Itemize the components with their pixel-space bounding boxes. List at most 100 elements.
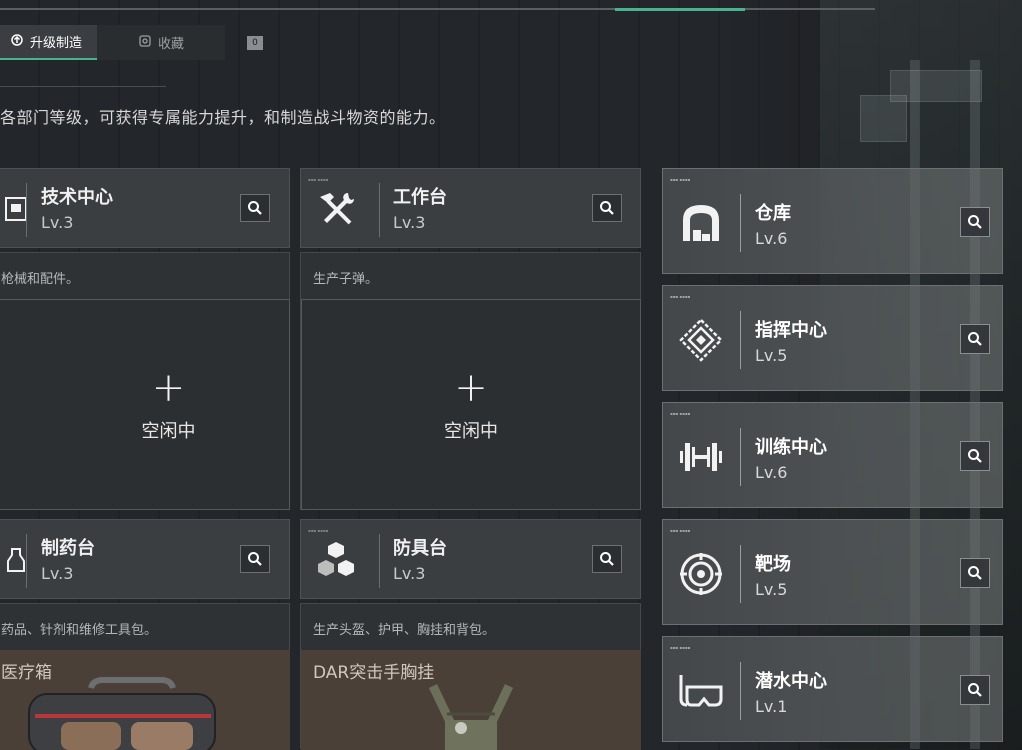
card-separator — [740, 194, 741, 252]
facility-description: 药品、针剂和维修工具包。 — [1, 623, 158, 638]
facility-name: 仓库 — [755, 203, 791, 224]
card-tag-text: ▪▪▪ ▪▪▪▪ — [670, 177, 691, 182]
facility-card-armor[interactable]: ▪▪▪ ▪▪▪▪ 防具台 Lv.3 — [300, 519, 641, 599]
search-icon — [600, 552, 614, 566]
key-hint-badge: 0 — [247, 35, 263, 50]
page-description: 各部门等级，可获得专属能力提升，和制造战斗物资的能力。 — [0, 108, 446, 127]
inspect-button[interactable] — [592, 545, 622, 573]
upgrade-icon — [10, 33, 24, 51]
card-separator — [740, 545, 741, 603]
chest-rig-image — [428, 684, 514, 750]
facility-level: Lv.6 — [755, 463, 788, 482]
add-icon: + — [151, 365, 186, 411]
search-icon — [248, 201, 262, 215]
facility-name: 工作台 — [393, 187, 447, 208]
facility-level: Lv.1 — [755, 697, 788, 716]
facility-description: 生产子弹。 — [313, 272, 379, 287]
craft-slot-empty[interactable]: + 空闲中 — [301, 299, 641, 510]
inspect-button[interactable] — [592, 194, 622, 222]
facility-panel-armor: 生产头盔、护甲、胸挂和背包。 DAR突击手胸挂 — [300, 603, 641, 750]
facility-card-training-center[interactable]: ▪▪▪ ▪▪▪▪ 训练中心 Lv.6 — [662, 402, 1003, 508]
tab-upgrade-craft-label: 升级制造 — [30, 36, 83, 51]
facility-card-pharmacy[interactable]: 制药台 Lv.3 — [0, 519, 290, 599]
facility-level: Lv.3 — [41, 564, 74, 583]
card-tag-text: ▪▪▪ ▪▪▪▪ — [670, 411, 691, 416]
favorites-icon — [138, 34, 152, 52]
card-separator — [379, 534, 380, 588]
facility-level: Lv.3 — [393, 564, 426, 583]
add-icon: + — [454, 365, 488, 411]
facility-name: 技术中心 — [41, 187, 113, 208]
inspect-button[interactable] — [960, 441, 990, 471]
search-icon — [968, 449, 982, 463]
card-separator — [740, 311, 741, 369]
facility-level: Lv.5 — [755, 580, 788, 599]
tab-upgrade-craft[interactable]: 升级制造 — [0, 25, 97, 60]
inspect-button[interactable] — [960, 207, 990, 237]
tab-underline — [0, 86, 166, 87]
inspect-button[interactable] — [960, 324, 990, 354]
inspect-button[interactable] — [960, 558, 990, 588]
facility-level: Lv.5 — [755, 346, 788, 365]
slot-status: 空闲中 — [444, 421, 498, 442]
medical-case-image — [28, 677, 216, 750]
card-separator — [740, 662, 741, 720]
preview-item-name: DAR突击手胸挂 — [313, 663, 435, 683]
search-icon — [968, 332, 982, 346]
armor-blocks-icon — [313, 537, 359, 583]
warehouse-icon — [677, 199, 725, 247]
search-icon — [248, 552, 262, 566]
facility-name: 防具台 — [393, 538, 447, 559]
search-icon — [968, 566, 982, 580]
target-icon — [677, 550, 725, 598]
facility-panel-workbench: 生产子弹。 + 空闲中 — [300, 252, 641, 510]
card-separator — [26, 534, 27, 588]
slot-status: 空闲中 — [141, 421, 196, 442]
facility-card-workbench[interactable]: ▪▪▪ ▪▪▪▪ 工作台 Lv.3 — [300, 168, 641, 248]
card-tag-text: ▪▪▪ ▪▪▪▪ — [308, 177, 329, 182]
search-icon — [968, 683, 982, 697]
search-icon — [968, 215, 982, 229]
facility-card-warehouse[interactable]: ▪▪▪ ▪▪▪▪ 仓库 Lv.6 — [662, 168, 1003, 274]
facility-panel-pharmacy: 药品、针剂和维修工具包。 医疗箱 — [0, 603, 290, 750]
facility-level: Lv.3 — [41, 213, 74, 232]
facility-name: 训练中心 — [755, 437, 827, 458]
top-active-indicator — [615, 8, 745, 11]
inspect-button[interactable] — [960, 675, 990, 705]
facility-card-diving-center[interactable]: ▪▪▪ ▪▪▪▪ 潜水中心 Lv.1 — [662, 636, 1003, 742]
tab-bar: 升级制造 收藏 0 — [0, 25, 263, 60]
facility-name: 制药台 — [41, 538, 95, 559]
card-separator — [740, 428, 741, 486]
dumbbell-icon — [677, 433, 725, 481]
diving-mask-icon — [677, 667, 725, 715]
craft-slot-preview[interactable]: DAR突击手胸挂 — [301, 650, 641, 750]
facility-card-tech[interactable]: 技术中心 Lv.3 — [0, 168, 290, 248]
card-tag-text: ▪▪▪ ▪▪▪▪ — [308, 528, 329, 533]
facility-level: Lv.3 — [393, 213, 426, 232]
craft-slot-preview[interactable]: 医疗箱 — [0, 650, 290, 750]
background-crate — [860, 95, 907, 142]
card-tag-text: ▪▪▪ ▪▪▪▪ — [670, 528, 691, 533]
inspect-button[interactable] — [240, 194, 270, 222]
facility-card-shooting-range[interactable]: ▪▪▪ ▪▪▪▪ 靶场 Lv.5 — [662, 519, 1003, 625]
tools-icon — [313, 186, 359, 232]
tab-favorites[interactable]: 收藏 — [97, 25, 225, 60]
pharmacy-icon — [0, 537, 39, 583]
facility-description: 生产头盔、护甲、胸挂和背包。 — [313, 623, 496, 638]
background-crate — [890, 70, 982, 102]
card-tag-text: ▪▪▪ ▪▪▪▪ — [670, 645, 691, 650]
tab-favorites-label: 收藏 — [157, 37, 184, 52]
facility-name: 靶场 — [755, 554, 791, 575]
facility-description: 枪械和配件。 — [1, 272, 80, 287]
command-center-icon — [677, 316, 725, 364]
card-separator — [26, 183, 27, 237]
search-icon — [600, 201, 614, 215]
facility-panel-tech: 枪械和配件。 + 空闲中 — [0, 252, 290, 510]
facility-card-command-center[interactable]: ▪▪▪ ▪▪▪▪ 指挥中心 Lv.5 — [662, 285, 1003, 391]
facility-level: Lv.6 — [755, 229, 788, 248]
inspect-button[interactable] — [240, 545, 270, 573]
card-tag-text: ▪▪▪ ▪▪▪▪ — [670, 294, 691, 299]
tech-icon — [0, 186, 39, 232]
card-separator — [379, 183, 380, 237]
craft-slot-empty[interactable]: + 空闲中 — [0, 299, 290, 510]
